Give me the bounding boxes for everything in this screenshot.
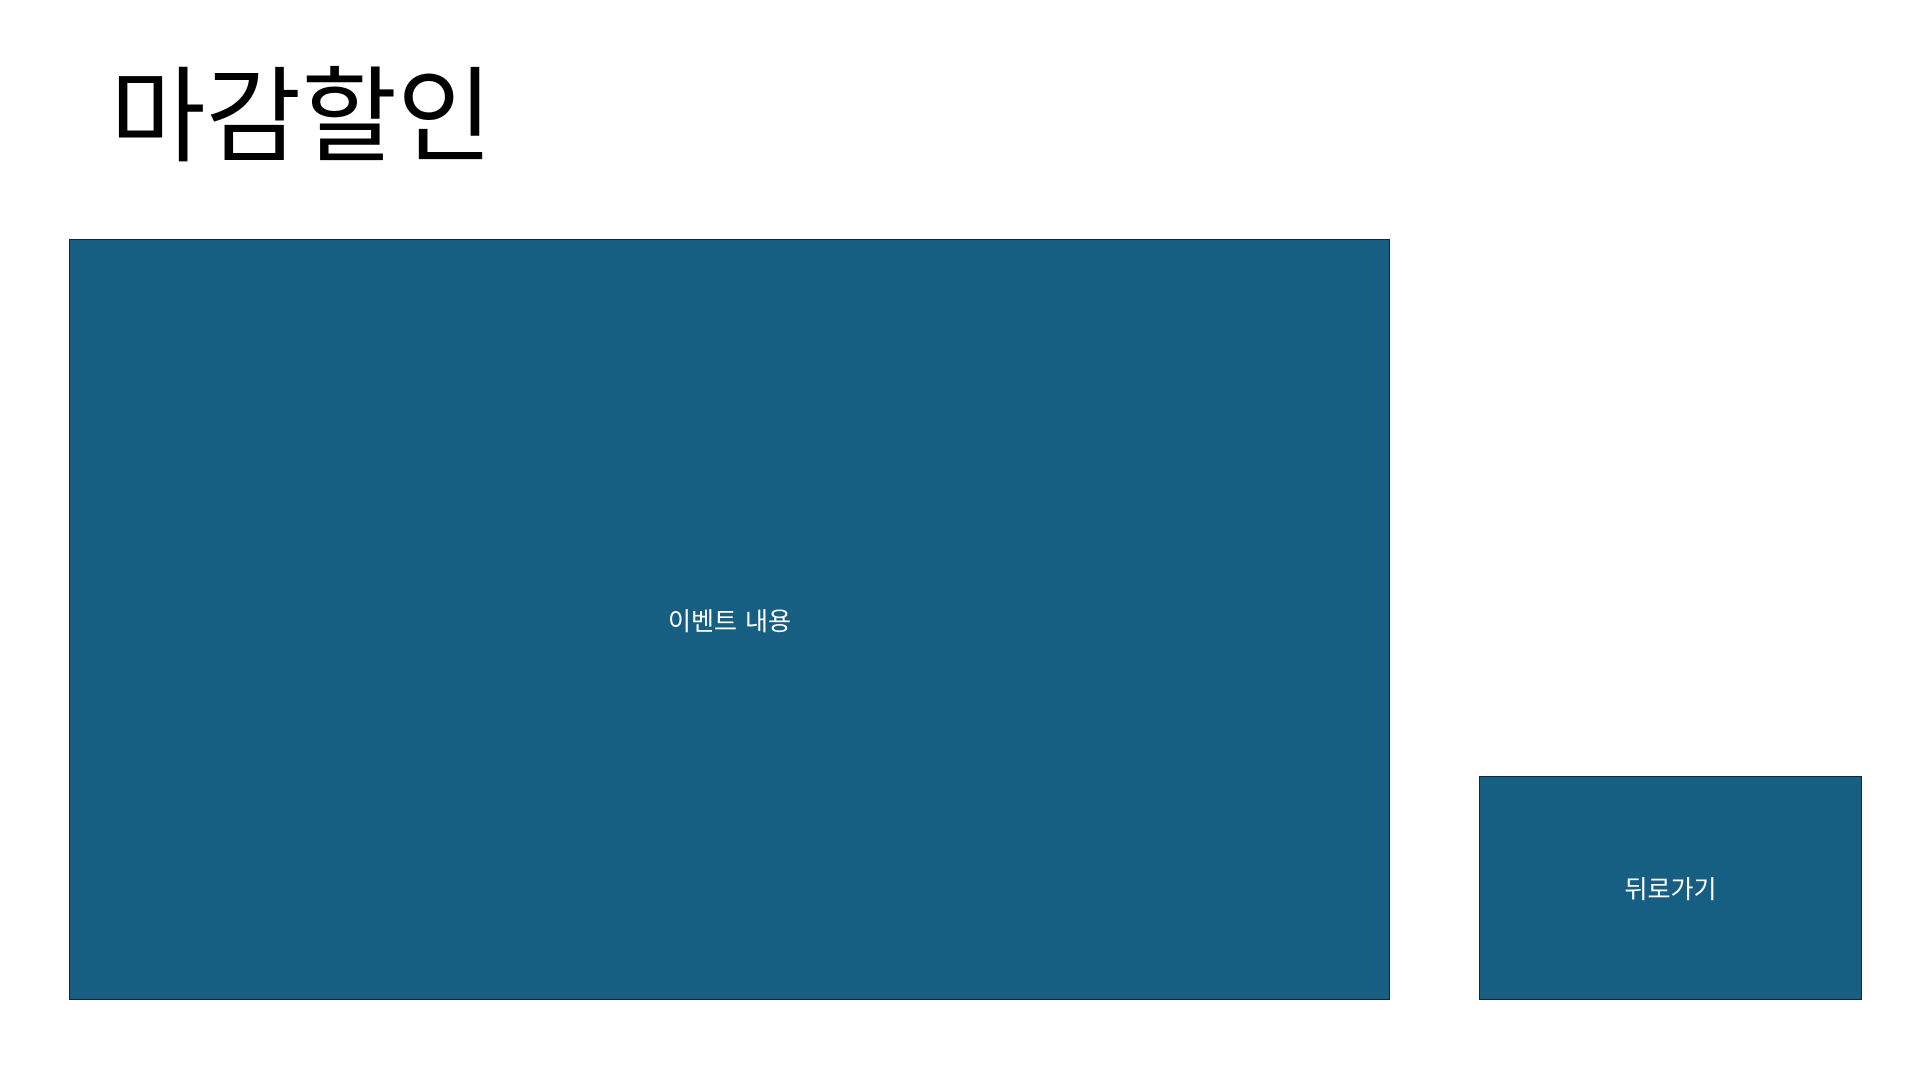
- back-button[interactable]: 뒤로가기: [1479, 776, 1862, 1000]
- page-title: 마감할인: [110, 56, 493, 178]
- back-button-label: 뒤로가기: [1624, 875, 1717, 904]
- event-content-label: 이벤트 내용: [668, 606, 791, 636]
- event-content-panel: 이벤트 내용: [69, 239, 1390, 1000]
